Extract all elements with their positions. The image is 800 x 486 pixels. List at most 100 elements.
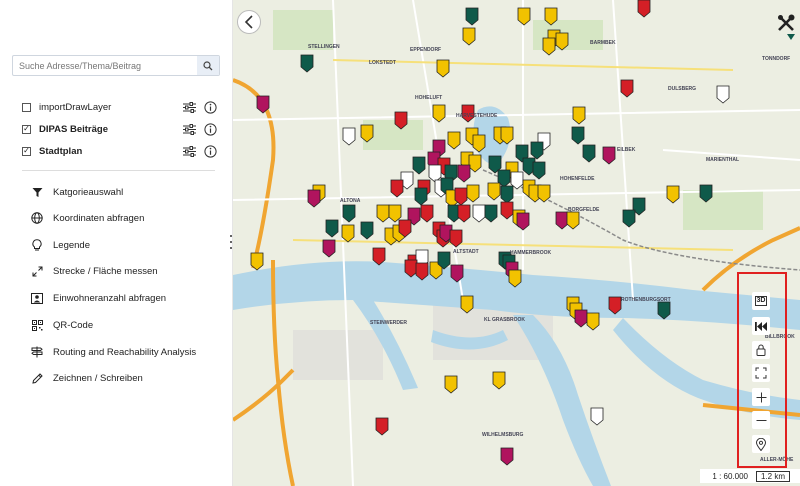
locate-button[interactable] <box>752 435 770 453</box>
dipas-marker[interactable] <box>582 144 596 163</box>
dipas-marker[interactable] <box>360 124 374 143</box>
dipas-marker[interactable] <box>487 182 501 201</box>
dipas-marker[interactable] <box>555 211 569 230</box>
dipas-marker[interactable] <box>500 447 514 466</box>
dipas-marker[interactable] <box>307 189 321 208</box>
collapse-sidebar-button[interactable] <box>237 10 261 34</box>
tool-coordinates[interactable]: Koordinaten abfragen <box>30 210 220 226</box>
layer-checkbox[interactable]: ✓ <box>22 146 31 156</box>
dipas-marker[interactable] <box>508 269 522 288</box>
dipas-marker[interactable] <box>472 134 486 153</box>
dipas-marker[interactable] <box>602 146 616 165</box>
dipas-marker[interactable] <box>428 164 442 183</box>
dipas-marker[interactable] <box>447 131 461 150</box>
dipas-marker[interactable] <box>300 54 314 73</box>
map-view[interactable] <box>233 0 800 486</box>
dipas-marker[interactable] <box>622 209 636 228</box>
settings-sliders-icon[interactable] <box>183 145 196 157</box>
dipas-marker[interactable] <box>414 187 428 206</box>
dipas-marker[interactable] <box>341 224 355 243</box>
dipas-marker[interactable] <box>388 204 402 223</box>
dipas-marker[interactable] <box>666 185 680 204</box>
dipas-marker[interactable] <box>500 201 514 220</box>
dipas-marker[interactable] <box>572 106 586 125</box>
dipas-marker[interactable] <box>444 375 458 394</box>
info-icon[interactable] <box>204 122 217 136</box>
dipas-marker[interactable] <box>375 417 389 436</box>
dipas-marker[interactable] <box>420 204 434 223</box>
dipas-marker[interactable] <box>465 7 479 26</box>
dipas-marker[interactable] <box>360 221 374 240</box>
tool-measure[interactable]: Strecke / Fläche messen <box>30 263 220 279</box>
dipas-marker[interactable] <box>542 37 556 56</box>
dipas-marker[interactable] <box>415 262 429 281</box>
dipas-marker[interactable] <box>250 252 264 271</box>
reset-view-button[interactable] <box>752 317 770 335</box>
layer-checkbox[interactable] <box>22 102 31 112</box>
zoom-out-button[interactable] <box>752 411 770 429</box>
dipas-marker[interactable] <box>449 229 463 248</box>
dipas-marker[interactable] <box>555 32 569 51</box>
dipas-marker[interactable] <box>390 179 404 198</box>
settings-sliders-icon[interactable] <box>183 123 196 135</box>
info-icon[interactable] <box>204 144 217 158</box>
sidebar-resize-handle[interactable] <box>229 235 232 249</box>
dipas-marker[interactable] <box>590 407 604 426</box>
dipas-marker[interactable] <box>532 161 546 180</box>
dipas-marker[interactable] <box>450 264 464 283</box>
dipas-marker[interactable] <box>716 85 730 104</box>
tool-qr-code[interactable]: QR-Code <box>30 317 220 333</box>
dipas-marker[interactable] <box>608 296 622 315</box>
dipas-marker[interactable] <box>466 184 480 203</box>
dipas-marker[interactable] <box>342 127 356 146</box>
dipas-marker[interactable] <box>574 309 588 328</box>
dipas-marker[interactable] <box>544 7 558 26</box>
dipas-marker[interactable] <box>376 204 390 223</box>
tool-legend[interactable]: Legende <box>30 237 220 253</box>
search-button[interactable] <box>197 56 219 75</box>
dipas-marker[interactable] <box>372 247 386 266</box>
dipas-marker[interactable] <box>436 59 450 78</box>
zoom-in-button[interactable] <box>752 388 770 406</box>
dipas-marker[interactable] <box>468 154 482 173</box>
tools-menu-button[interactable] <box>775 12 797 34</box>
dipas-marker[interactable] <box>586 312 600 331</box>
dipas-marker[interactable] <box>457 204 471 223</box>
dipas-marker[interactable] <box>571 126 585 145</box>
tool-draw[interactable]: Zeichnen / Schreiben <box>30 370 220 386</box>
settings-sliders-icon[interactable] <box>183 101 196 113</box>
dipas-marker[interactable] <box>432 104 446 123</box>
layer-checkbox[interactable]: ✓ <box>22 124 31 134</box>
fullscreen-button[interactable] <box>752 364 770 382</box>
dipas-marker[interactable] <box>460 295 474 314</box>
dipas-marker[interactable] <box>394 111 408 130</box>
dipas-marker[interactable] <box>342 204 356 223</box>
dipas-marker[interactable] <box>516 212 530 231</box>
dipas-marker[interactable] <box>530 141 544 160</box>
dipas-marker[interactable] <box>566 211 580 230</box>
dipas-marker[interactable] <box>537 184 551 203</box>
tool-population[interactable]: Einwohneranzahl abfragen <box>30 290 220 306</box>
dipas-marker[interactable] <box>517 7 531 26</box>
dipas-marker[interactable] <box>404 259 418 278</box>
tool-category-filter[interactable]: Katgorieauswahl <box>30 184 220 200</box>
dipas-marker[interactable] <box>637 0 651 18</box>
dipas-marker[interactable] <box>657 301 671 320</box>
3d-button[interactable]: 3D <box>752 292 770 310</box>
dipas-marker[interactable] <box>256 95 270 114</box>
search-input[interactable] <box>13 56 197 75</box>
dipas-marker[interactable] <box>457 164 471 183</box>
dipas-marker[interactable] <box>699 184 713 203</box>
info-icon[interactable] <box>204 100 217 114</box>
dipas-marker[interactable] <box>484 204 498 223</box>
dipas-marker[interactable] <box>412 156 426 175</box>
dipas-marker[interactable] <box>492 371 506 390</box>
dipas-marker[interactable] <box>500 185 514 204</box>
dipas-marker[interactable] <box>325 219 339 238</box>
dipas-marker[interactable] <box>322 239 336 258</box>
lock-button[interactable] <box>752 341 770 359</box>
dipas-marker[interactable] <box>472 204 486 223</box>
tool-routing[interactable]: Routing and Reachability Analysis <box>30 344 220 360</box>
dipas-marker[interactable] <box>620 79 634 98</box>
dipas-marker[interactable] <box>462 27 476 46</box>
